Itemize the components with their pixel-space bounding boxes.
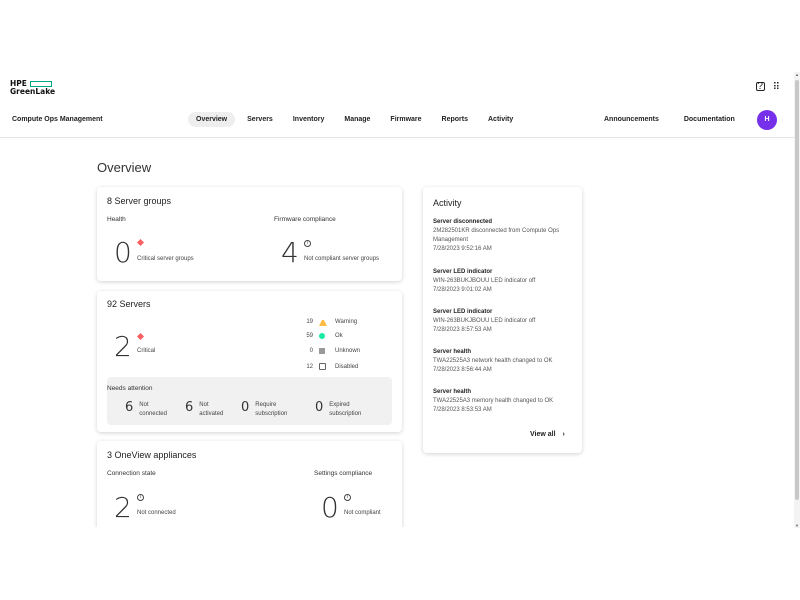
- top-bar: HPE GreenLake ? ⠿: [0, 72, 794, 102]
- not-compliant-groups-count[interactable]: 4: [281, 239, 299, 267]
- critical-diamond-icon: [136, 332, 145, 341]
- critical-groups-text: Critical server groups: [137, 256, 194, 262]
- status-warning[interactable]: 19 Warning: [297, 318, 357, 326]
- critical-servers-text: Critical: [137, 348, 156, 354]
- status-unknown[interactable]: 0 Unknown: [297, 348, 360, 354]
- critical-servers-count[interactable]: 2: [114, 333, 132, 361]
- activity-item[interactable]: Server health TWA22525A3 memory health c…: [433, 389, 573, 415]
- connection-state-label: Connection state: [107, 470, 156, 477]
- chevron-right-icon: ›: [562, 431, 565, 438]
- servers-title[interactable]: 92 Servers: [107, 299, 151, 309]
- not-activated-item[interactable]: 6 Not activated: [185, 401, 223, 419]
- scrollbar[interactable]: ▲ ▼: [794, 72, 800, 528]
- announcements-link[interactable]: Announcements: [604, 116, 659, 123]
- tab-inventory[interactable]: Inventory: [285, 112, 333, 127]
- expired-subscription-item[interactable]: 0 Expired subscription: [315, 401, 361, 419]
- tab-servers[interactable]: Servers: [239, 112, 281, 127]
- tab-manage[interactable]: Manage: [336, 112, 378, 127]
- app-grid-icon[interactable]: ⠿: [773, 82, 780, 93]
- activity-item[interactable]: Server health TWA22525A3 network health …: [433, 349, 573, 375]
- not-compliant-text: Not compliant: [344, 510, 381, 516]
- activity-item[interactable]: Server LED indicator WIN-263BUKJBOUU LED…: [433, 269, 573, 295]
- health-label: Health: [107, 216, 126, 223]
- tab-activity[interactable]: Activity: [480, 112, 521, 127]
- not-connected-text: Not connected: [137, 510, 176, 516]
- scroll-down-icon[interactable]: ▼: [794, 523, 800, 528]
- status-ok[interactable]: 59 Ok: [297, 333, 343, 339]
- page-title: Overview: [97, 160, 152, 175]
- not-compliant-groups-text: Not compliant server groups: [304, 256, 380, 262]
- logo-element: [30, 81, 52, 87]
- avatar[interactable]: H: [757, 110, 777, 130]
- settings-compliance-label: Settings compliance: [314, 470, 373, 477]
- not-connected-count[interactable]: 2: [114, 494, 132, 522]
- servers-card[interactable]: 92 Servers 2 Critical 19 Warning 59 Ok 0…: [97, 291, 402, 432]
- critical-diamond-icon: [136, 238, 145, 247]
- main-nav: Compute Ops Management Overview Servers …: [0, 103, 794, 138]
- disabled-icon: [319, 363, 326, 370]
- scrollbar-thumb[interactable]: [795, 80, 799, 500]
- critical-groups-count[interactable]: 0: [114, 239, 132, 267]
- not-connected-item[interactable]: 6 Not connected: [125, 401, 167, 419]
- needs-attention-panel: Needs attention 6 Not connected 6 Not acti…: [107, 377, 392, 425]
- ok-icon: [319, 333, 325, 339]
- firmware-compliance-label: Firmware compliance: [274, 216, 336, 223]
- oneview-title[interactable]: 3 OneView appliances: [107, 450, 196, 460]
- info-icon: i: [344, 494, 351, 501]
- status-disabled[interactable]: 12 Disabled: [297, 363, 358, 370]
- tab-reports[interactable]: Reports: [434, 112, 476, 127]
- oneview-card[interactable]: 3 OneView appliances Connection state 2 …: [97, 441, 402, 536]
- activity-card: Activity Server disconnected 2M282501KR …: [423, 187, 582, 453]
- server-groups-card[interactable]: 8 Server groups Health 0 Critical server…: [97, 187, 402, 281]
- server-groups-title[interactable]: 8 Server groups: [107, 196, 171, 206]
- tab-firmware[interactable]: Firmware: [382, 112, 429, 127]
- tab-overview[interactable]: Overview: [188, 112, 236, 127]
- hpe-greenlake-logo[interactable]: HPE GreenLake: [10, 80, 55, 96]
- viewport-bottom-blank: [0, 527, 794, 600]
- documentation-link[interactable]: Documentation: [684, 116, 735, 123]
- activity-title: Activity: [433, 198, 462, 208]
- info-icon: i: [137, 494, 144, 501]
- not-compliant-count[interactable]: 0: [321, 494, 339, 522]
- activity-item[interactable]: Server disconnected 2M282501KR disconnec…: [433, 219, 573, 254]
- info-icon: i: [304, 240, 311, 247]
- help-icon[interactable]: ?: [755, 82, 765, 92]
- activity-item[interactable]: Server LED indicator WIN-263BUKJBOUU LED…: [433, 309, 573, 335]
- require-subscription-item[interactable]: 0 Require subscription: [241, 401, 287, 419]
- view-all-link[interactable]: View all ›: [530, 431, 565, 438]
- scroll-up-icon[interactable]: ▲: [794, 72, 800, 77]
- needs-attention-title: Needs attention: [107, 385, 153, 392]
- warning-icon: [319, 318, 327, 326]
- app-name[interactable]: Compute Ops Management: [12, 116, 103, 123]
- unknown-icon: [319, 348, 325, 354]
